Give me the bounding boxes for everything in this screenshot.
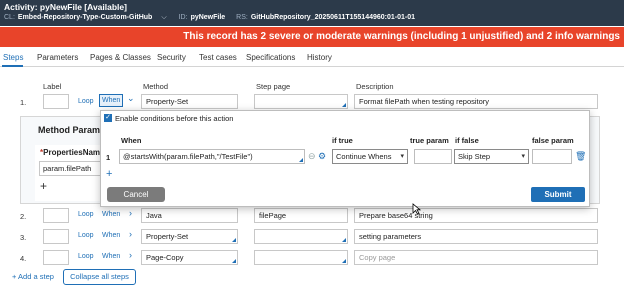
when-link-active[interactable]: When bbox=[99, 94, 124, 107]
add-step-link[interactable]: + Add a step bbox=[12, 272, 54, 281]
method-parameters-title: Method Parame bbox=[38, 125, 106, 135]
column-header-label: Label bbox=[43, 82, 62, 91]
warning-banner[interactable]: This record has 2 severe or moderate war… bbox=[0, 27, 624, 47]
tab-history[interactable]: History bbox=[307, 53, 332, 62]
step-page-input[interactable]: filePage bbox=[254, 208, 348, 223]
tab-bar: Steps Parameters Pages & Classes Securit… bbox=[0, 49, 624, 67]
tab-steps[interactable]: Steps bbox=[3, 53, 23, 62]
step-page-input[interactable] bbox=[254, 229, 348, 244]
false-param-input[interactable] bbox=[532, 149, 572, 164]
chevron-down-icon[interactable]: ⌄ bbox=[127, 93, 135, 104]
method-input[interactable]: Property-Set bbox=[141, 94, 238, 109]
record-header: Activity: pyNewFile [Available] CL: Embed… bbox=[0, 0, 624, 26]
description-input[interactable]: Copy page bbox=[354, 250, 598, 265]
row-number: 3. bbox=[20, 233, 27, 242]
collapse-all-steps-button[interactable]: Collapse all steps bbox=[63, 269, 136, 285]
tab-specifications[interactable]: Specifications bbox=[246, 53, 295, 62]
record-meta: CL: Embed-Repository-Type-Custom-GitHub ⌵ … bbox=[4, 14, 424, 22]
loop-link[interactable]: Loop bbox=[78, 211, 94, 218]
if-true-select[interactable]: Continue Whens ▾ bbox=[332, 149, 408, 164]
warning-text[interactable]: This record has 2 severe or moderate war… bbox=[183, 31, 620, 42]
id-key: ID: bbox=[178, 14, 188, 21]
loop-link[interactable]: Loop bbox=[78, 98, 94, 105]
autocomplete-corner-icon bbox=[232, 238, 236, 242]
loop-link[interactable]: Loop bbox=[78, 253, 94, 260]
true-param-header: true param bbox=[410, 136, 449, 145]
autocomplete-corner-icon bbox=[342, 103, 346, 107]
record-title: Activity: pyNewFile [Available] bbox=[4, 2, 127, 12]
when-conditions-popover: ✓ Enable conditions before this action W… bbox=[100, 110, 590, 207]
method-input[interactable]: Java bbox=[141, 208, 238, 223]
condition-row-number: 1 bbox=[106, 153, 111, 162]
clear-icon[interactable]: ⊖ bbox=[308, 151, 316, 162]
chevron-right-icon[interactable]: › bbox=[129, 208, 132, 218]
step-page-input[interactable] bbox=[254, 94, 348, 109]
active-tab-indicator bbox=[2, 65, 23, 67]
description-input[interactable]: setting parameters bbox=[354, 229, 598, 244]
description-input[interactable]: Prepare base64 string bbox=[354, 208, 598, 223]
step-label-input[interactable] bbox=[43, 94, 69, 109]
autocomplete-corner-icon bbox=[342, 259, 346, 263]
method-input[interactable]: Property-Set bbox=[141, 229, 238, 244]
ruleset-value: GitHubRepository_20250611T155144960:01-0… bbox=[250, 14, 416, 21]
column-header-step-page: Step page bbox=[256, 82, 291, 91]
cancel-button[interactable]: Cancel bbox=[107, 187, 165, 202]
add-condition-icon[interactable]: + bbox=[106, 168, 112, 180]
class-value[interactable]: Embed-Repository-Type-Custom-GitHub bbox=[18, 14, 152, 21]
when-link[interactable]: When bbox=[102, 211, 120, 218]
autocomplete-corner-icon bbox=[299, 158, 303, 162]
row-number: 2. bbox=[20, 212, 27, 221]
submit-button[interactable]: Submit bbox=[531, 187, 585, 202]
when-link[interactable]: When bbox=[102, 253, 120, 260]
when-link[interactable]: When bbox=[102, 232, 120, 239]
enable-conditions-checkbox[interactable]: ✓ bbox=[104, 114, 112, 122]
false-param-header: false param bbox=[532, 136, 574, 145]
if-false-select[interactable]: Skip Step ▾ bbox=[454, 149, 529, 164]
tab-test-cases[interactable]: Test cases bbox=[199, 53, 237, 62]
step-label-input[interactable] bbox=[43, 208, 69, 223]
chevron-down-icon[interactable]: ⌵ bbox=[161, 14, 166, 21]
chevron-down-icon: ▾ bbox=[400, 153, 404, 160]
step-page-input[interactable] bbox=[254, 250, 348, 265]
description-input[interactable]: Format filePath when testing repository bbox=[354, 94, 598, 109]
if-false-header: if false bbox=[455, 136, 479, 145]
when-header: When bbox=[121, 136, 142, 145]
add-parameter-icon[interactable]: + bbox=[40, 179, 47, 193]
true-param-input[interactable] bbox=[414, 149, 452, 164]
loop-link[interactable]: Loop bbox=[78, 232, 94, 239]
mouse-cursor-icon bbox=[412, 203, 421, 215]
step-label-input[interactable] bbox=[43, 250, 69, 265]
autocomplete-corner-icon bbox=[232, 259, 236, 263]
gear-icon[interactable]: ⚙ bbox=[318, 151, 326, 162]
step-label-input[interactable] bbox=[43, 229, 69, 244]
properties-name-label: *PropertiesName bbox=[40, 148, 105, 157]
if-true-header: if true bbox=[332, 136, 353, 145]
tab-pages-classes[interactable]: Pages & Classes bbox=[90, 53, 151, 62]
chevron-right-icon[interactable]: › bbox=[129, 250, 132, 260]
trash-icon[interactable]: 🗑 bbox=[575, 151, 586, 162]
when-condition-input[interactable]: @startsWith(param.filePath,"/TestFile") bbox=[119, 149, 305, 164]
chevron-right-icon[interactable]: › bbox=[129, 229, 132, 239]
autocomplete-corner-icon bbox=[342, 238, 346, 242]
tab-security[interactable]: Security bbox=[157, 53, 186, 62]
chevron-down-icon: ▾ bbox=[521, 153, 525, 160]
tab-parameters[interactable]: Parameters bbox=[37, 53, 78, 62]
ruleset-key: RS: bbox=[236, 14, 248, 21]
row-number: 1. bbox=[20, 98, 27, 107]
id-value: pyNewFile bbox=[190, 14, 226, 21]
class-key: CL: bbox=[4, 14, 15, 21]
enable-conditions-label: Enable conditions before this action bbox=[115, 114, 234, 123]
column-header-method: Method bbox=[143, 82, 169, 91]
method-input[interactable]: Page-Copy bbox=[141, 250, 238, 265]
row-number: 4. bbox=[20, 254, 27, 263]
column-header-description: Description bbox=[356, 82, 394, 91]
